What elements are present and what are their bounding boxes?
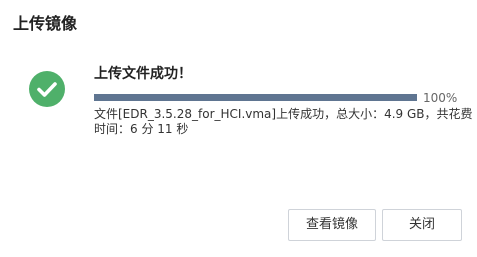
progress-percent-label: 100% xyxy=(423,91,458,105)
check-circle-icon xyxy=(29,71,65,107)
view-image-button[interactable]: 查看镜像 xyxy=(288,209,376,241)
upload-progress-bar xyxy=(94,94,417,101)
upload-detail-line-2: 时间：6 分 11 秒 xyxy=(94,122,189,136)
upload-detail-text: 文件[EDR_3.5.28_for_HCI.vma]上传成功，总大小：4.9 G… xyxy=(94,107,473,137)
upload-detail-line-1: 文件[EDR_3.5.28_for_HCI.vma]上传成功，总大小：4.9 G… xyxy=(94,107,473,121)
dialog-title: 上传镜像 xyxy=(13,14,78,33)
success-title: 上传文件成功！ xyxy=(94,66,192,82)
upload-progress-fill xyxy=(94,94,417,101)
close-button[interactable]: 关闭 xyxy=(382,209,462,241)
upload-image-dialog: 上传镜像 上传文件成功！ 100% 文件[EDR_3.5.28_for_HCI.… xyxy=(0,0,477,257)
